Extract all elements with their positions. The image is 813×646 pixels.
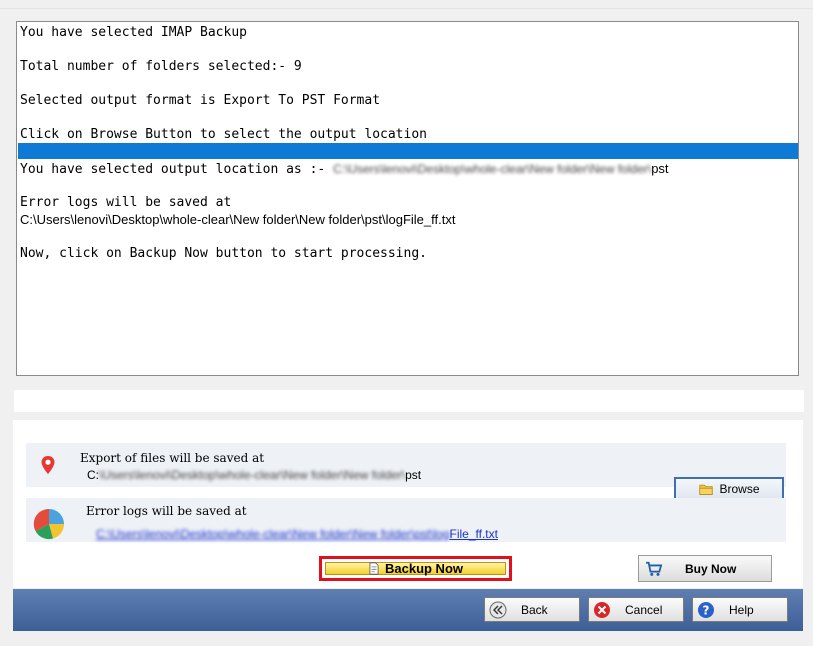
backup-now-highlight-frame: Backup Now [319,556,512,581]
pie-chart-icon [33,508,65,540]
back-button-label: Back [521,602,548,617]
log-line-folder-count: Total number of folders selected:- 9 [20,59,302,74]
help-question-icon: ? [698,601,714,618]
folder-icon [699,484,714,495]
log-line-output-location: You have selected output location as :- … [20,161,669,177]
export-path-blurred: \Users\lenovi\Desktop\whole-clear\New fo… [99,468,406,482]
export-path-tail: pst [405,468,422,482]
browse-button-label: Browse [719,482,760,496]
error-logs-link-tail: File_ff.txt [449,527,498,541]
output-location-label: You have selected output location as :- [20,162,326,177]
error-logs-link[interactable]: C:\Users\lenovi\Desktop\whole-clear\New … [96,527,498,541]
log-line-error-logs-path: C:\Users\lenovi\Desktop\whole-clear\New … [20,212,455,227]
export-location-row: Export of files will be saved at C:\User… [26,443,786,501]
footer-navigation-bar: Back Cancel ? Help [13,589,803,631]
error-logs-title: Error logs will be saved at [86,504,247,518]
cancel-x-icon [594,601,610,618]
buy-now-button[interactable]: Buy Now [638,555,772,582]
log-line-error-logs: Error logs will be saved at [20,195,232,210]
log-line-next-step: Now, click on Backup Now button to start… [20,246,427,261]
document-icon [369,562,379,575]
backup-now-label: Backup Now [384,561,463,576]
export-location-path: C:\Users\lenovi\Desktop\whole-clear\New … [87,468,421,482]
export-location-title: Export of files will be saved at [80,451,265,465]
svg-text:?: ? [703,603,710,617]
log-line-format: Selected output format is Export To PST … [20,93,381,108]
output-location-path-blurred: C:\Users\lenovi\Desktop\whole-clear\New … [333,162,652,176]
log-line-browse-hint: Click on Browse Button to select the out… [20,127,427,142]
error-logs-link-blurred: C:\Users\lenovi\Desktop\whole-clear\New … [96,527,450,541]
export-path-head: C: [87,468,99,482]
error-logs-path-head: C:\Users\lenovi\Desktop\whole-clear\New … [20,212,403,227]
location-pin-icon [41,456,55,474]
backup-now-button[interactable]: Backup Now [325,561,506,576]
output-location-path-tail: pst [651,161,669,176]
window-top-edge [0,0,813,9]
shopping-cart-icon [646,561,663,576]
buy-now-label: Buy Now [685,561,737,576]
divider-strip [14,390,804,412]
cancel-button-label: Cancel [625,602,663,617]
log-line-source: You have selected IMAP Backup [20,25,247,40]
help-button-label: Help [729,602,754,617]
bottom-panel: Export of files will be saved at C:\User… [13,420,803,588]
back-arrow-icon [489,601,507,618]
help-button[interactable]: ? Help [692,597,788,622]
log-output-box[interactable]: You have selected IMAP Backup Total numb… [16,21,799,376]
back-button[interactable]: Back [484,597,580,622]
error-logs-row: Error logs will be saved at C:\Users\len… [26,498,786,542]
log-selection-highlight [18,143,798,159]
cancel-button[interactable]: Cancel [588,597,684,622]
error-logs-path-tail: File_ff.txt [402,212,456,227]
window-bottom-edge [0,640,813,646]
